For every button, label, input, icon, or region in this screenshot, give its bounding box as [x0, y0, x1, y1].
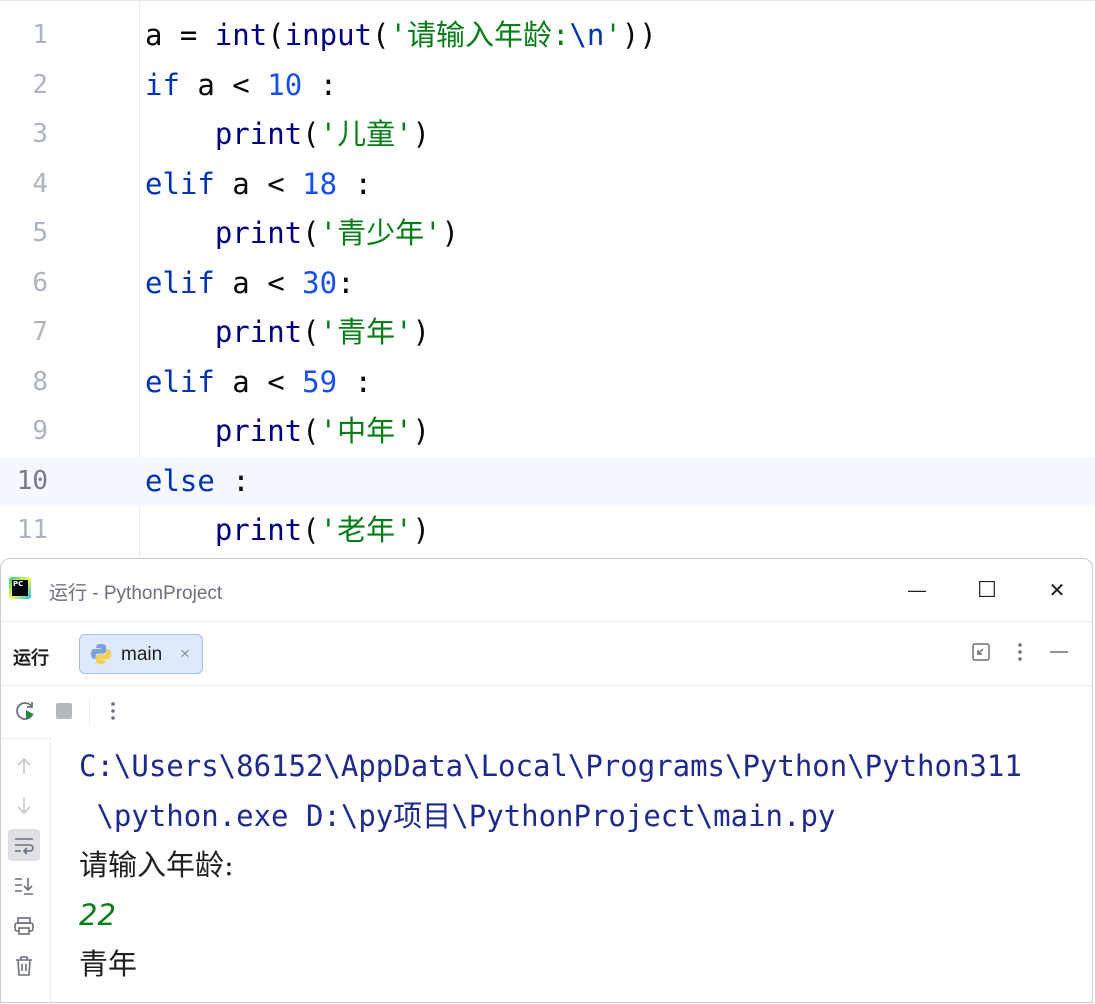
hide-panel-icon[interactable]: [1049, 642, 1069, 668]
rerun-icon[interactable]: [13, 698, 39, 724]
code-line[interactable]: 7 print('青年'): [0, 308, 1095, 357]
code-text[interactable]: print('青年'): [145, 308, 430, 357]
scroll-to-end-icon[interactable]: [11, 873, 37, 899]
code-text[interactable]: print('青少年'): [145, 209, 459, 258]
line-number: 4: [32, 169, 48, 199]
print-icon[interactable]: [11, 913, 37, 939]
python-icon: [91, 644, 111, 664]
arrow-down-icon[interactable]: [11, 793, 37, 819]
stop-icon[interactable]: [51, 698, 77, 724]
line-number: 2: [32, 70, 48, 100]
line-number: 3: [32, 119, 48, 149]
code-line[interactable]: 4 elif a < 18 :: [0, 160, 1095, 209]
soft-wrap-icon[interactable]: [8, 829, 40, 861]
line-number: 6: [32, 268, 48, 298]
run-window: PC 运行 - PythonProject — ☐ ✕ 运行 main × C:…: [0, 558, 1093, 1004]
console-command-line-1: C:\Users\86152\AppData\Local\Programs\Py…: [79, 749, 1022, 783]
trash-icon[interactable]: [11, 953, 37, 979]
code-line[interactable]: 3 print('儿童'): [0, 110, 1095, 159]
code-text[interactable]: a = int(input('请输入年龄:\n')): [145, 11, 657, 60]
code-line[interactable]: 8 elif a < 59 :: [0, 358, 1095, 407]
run-label: 运行: [13, 648, 49, 668]
code-text[interactable]: if a < 10 :: [145, 61, 337, 110]
run-tool-header: 运行 main ×: [1, 621, 1092, 686]
code-line[interactable]: 5 print('青少年'): [0, 209, 1095, 258]
tab-close-icon[interactable]: ×: [180, 644, 190, 664]
line-number: 5: [32, 218, 48, 248]
console-command-line-2: \python.exe D:\py项目\PythonProject\main.p…: [79, 798, 836, 833]
code-text[interactable]: else :: [145, 457, 250, 506]
line-number: 1: [32, 20, 48, 50]
code-line[interactable]: 11 print('老年'): [0, 506, 1095, 555]
code-editor[interactable]: 1 a = int(input('请输入年龄:\n')) 2 if a < 10…: [0, 0, 1095, 561]
close-button[interactable]: ✕: [1037, 573, 1077, 607]
window-titlebar[interactable]: PC 运行 - PythonProject — ☐ ✕: [1, 559, 1092, 621]
console-user-input: 22: [79, 897, 116, 932]
window-title: 运行 - PythonProject: [49, 583, 223, 604]
code-line[interactable]: 2 if a < 10 :: [0, 61, 1095, 110]
code-text[interactable]: elif a < 59 :: [145, 358, 372, 407]
console-output[interactable]: C:\Users\86152\AppData\Local\Programs\Py…: [79, 742, 1022, 990]
line-number: 10: [16, 466, 48, 496]
line-number: 11: [16, 515, 48, 545]
code-line-current[interactable]: 10 else :: [0, 457, 1095, 506]
console-prompt: 请输入年龄:: [79, 848, 234, 882]
more-actions-icon[interactable]: [100, 698, 126, 724]
maximize-button[interactable]: ☐: [967, 573, 1007, 607]
code-text[interactable]: elif a < 30:: [145, 259, 355, 308]
console-output-result: 青年: [79, 947, 138, 981]
more-options-icon[interactable]: [1013, 642, 1027, 668]
arrow-up-icon[interactable]: [11, 753, 37, 779]
code-line[interactable]: 6 elif a < 30:: [0, 259, 1095, 308]
line-number: 8: [32, 367, 48, 397]
run-actions-toolbar: [1, 685, 1092, 739]
code-text[interactable]: print('儿童'): [145, 110, 430, 159]
restore-layout-icon[interactable]: [971, 642, 991, 668]
line-number: 7: [32, 317, 48, 347]
code-line[interactable]: 1 a = int(input('请输入年龄:\n')): [0, 11, 1095, 60]
tab-main[interactable]: main ×: [79, 634, 203, 674]
code-text[interactable]: elif a < 18 :: [145, 160, 372, 209]
tab-main-label: main: [121, 644, 163, 665]
toolbar-divider: [89, 698, 90, 726]
code-text[interactable]: print('中年'): [145, 407, 430, 456]
code-line[interactable]: 9 print('中年'): [0, 407, 1095, 456]
console-side-toolbar: [1, 738, 51, 1004]
minimize-button[interactable]: —: [897, 573, 937, 607]
line-number: 9: [32, 416, 48, 446]
pycharm-logo-icon: PC: [9, 577, 31, 599]
code-text[interactable]: print('老年'): [145, 506, 430, 555]
